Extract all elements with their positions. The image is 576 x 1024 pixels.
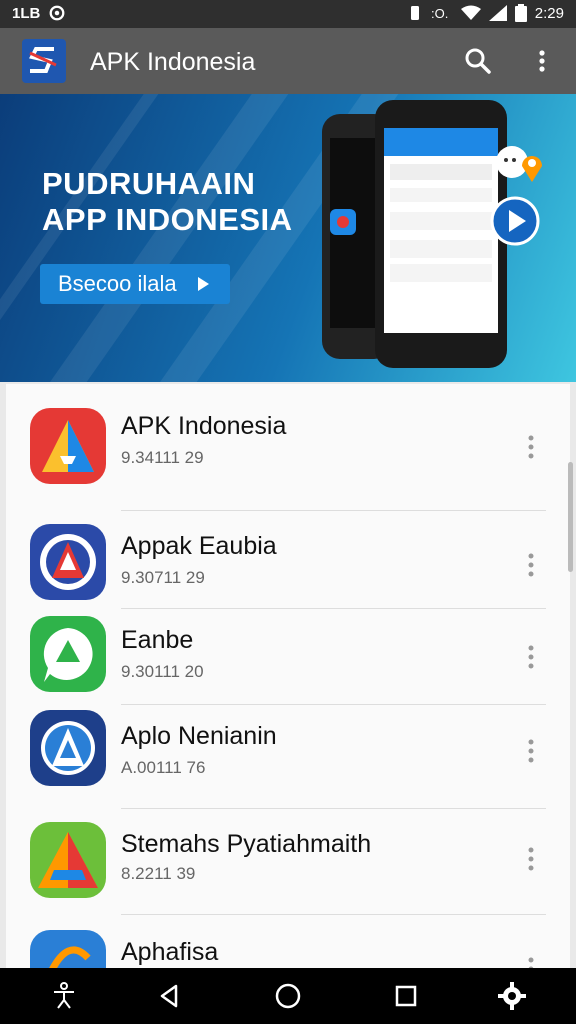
search-icon[interactable] — [463, 46, 493, 76]
home-icon[interactable] — [272, 980, 304, 1012]
banner-headline-2: APP INDONESIA — [42, 202, 293, 237]
app-name: Aphafisa — [121, 938, 219, 966]
status-bar: 1LB :O. 2:29 — [0, 0, 576, 28]
divider — [121, 608, 546, 609]
app-badge-icon — [330, 209, 356, 235]
phone-illustration-front — [375, 100, 507, 368]
location-pin-icon — [522, 156, 542, 182]
app-title: APK Indonesia — [90, 48, 256, 76]
more-vert-icon[interactable] — [521, 642, 541, 672]
appak-eaubia-app-icon — [30, 524, 106, 600]
scrollbar-thumb[interactable] — [568, 462, 573, 572]
play-circle-icon — [490, 196, 540, 246]
play-arrow-icon — [197, 277, 209, 291]
apk-indonesia-app-icon — [30, 408, 106, 484]
sync-icon — [49, 5, 65, 21]
banner-cta-button[interactable]: Bsecoo ilala — [40, 264, 230, 304]
stemahs-app-icon — [30, 822, 106, 898]
app-list: APK Indonesia 9.34111 29 Appak Eaubia 9.… — [6, 384, 570, 968]
divider — [121, 808, 546, 809]
app-details: A.00111 76 — [121, 758, 206, 777]
wifi-icon — [460, 5, 481, 20]
more-vert-icon[interactable] — [521, 736, 541, 766]
divider — [121, 914, 546, 915]
recents-icon[interactable] — [390, 980, 422, 1012]
app-bar: APK Indonesia — [0, 28, 576, 94]
eanbe-app-icon — [30, 616, 106, 692]
app-details: 8.2211 39 — [121, 864, 196, 883]
app-name: Aplo Nenianin — [121, 722, 277, 750]
promo-banner[interactable]: PUDRUHAAIN APP INDONESIA Bsecoo ilala — [0, 94, 576, 382]
settings-icon[interactable] — [496, 980, 528, 1012]
app-details: 9.30111 20 — [121, 662, 204, 681]
signal-icon — [488, 5, 507, 21]
accessibility-icon[interactable] — [48, 980, 80, 1012]
app-name: APK Indonesia — [121, 412, 287, 440]
status-left-text: 1LB — [12, 4, 41, 22]
alarm-icon: :O. — [431, 6, 448, 21]
svg-text::O.: :O. — [431, 6, 448, 21]
banner-cta-label: Bsecoo ilala — [58, 271, 177, 296]
divider — [121, 704, 546, 705]
app-name: Eanbe — [121, 626, 194, 654]
more-vert-icon[interactable] — [521, 954, 541, 968]
banner-headline-1: PUDRUHAAIN — [42, 166, 256, 201]
system-nav-bar — [0, 968, 576, 1024]
vibrate-icon — [410, 6, 419, 20]
more-vert-icon[interactable] — [521, 550, 541, 580]
app-details: 9.34111 29 — [121, 448, 204, 467]
more-vert-icon[interactable] — [521, 844, 541, 874]
status-time: 2:29 — [534, 4, 564, 22]
divider — [121, 510, 546, 511]
app-logo — [22, 39, 66, 83]
battery-icon — [514, 4, 527, 22]
back-icon[interactable] — [154, 980, 186, 1012]
app-name: Appak Eaubia — [121, 532, 277, 560]
app-details: 9.30711 29 — [121, 568, 205, 587]
more-vert-icon[interactable] — [521, 432, 541, 462]
app-name: Stemahs Pyatiahmaith — [121, 830, 372, 858]
aplo-nenianin-app-icon — [30, 710, 106, 786]
more-vert-icon[interactable] — [527, 46, 557, 76]
aphafisa-app-icon — [30, 930, 106, 968]
